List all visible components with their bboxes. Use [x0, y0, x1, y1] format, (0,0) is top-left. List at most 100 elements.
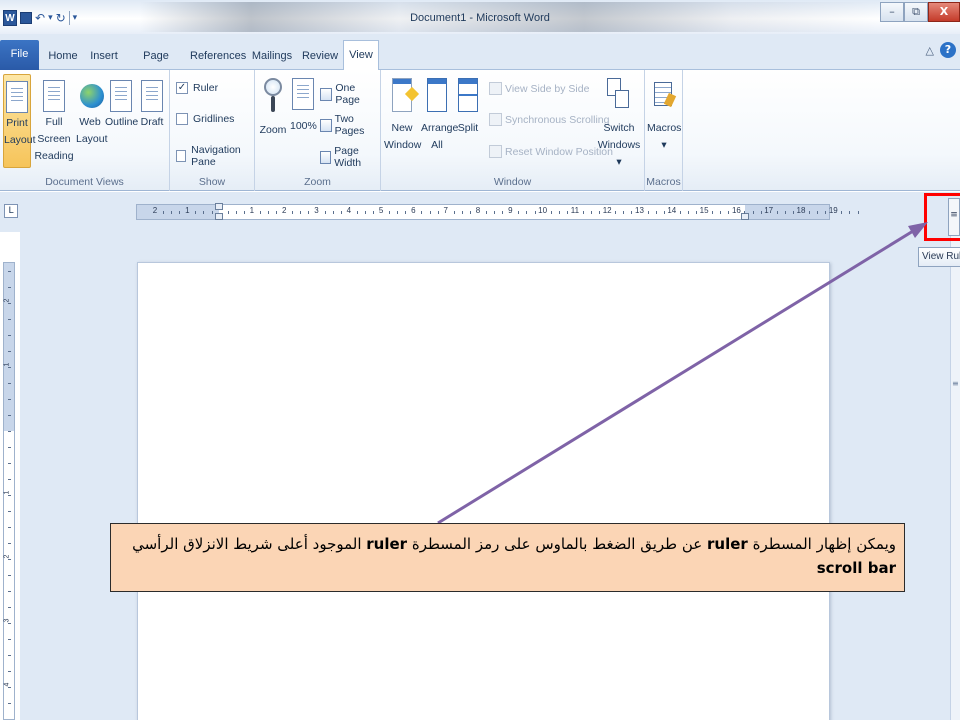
- group-show: ✓ Ruler Gridlines Navigation Pane Show: [170, 70, 255, 191]
- reset-window-position-button[interactable]: Reset Window Position: [489, 145, 613, 158]
- tab-review[interactable]: Review: [298, 45, 342, 70]
- split-button[interactable]: Split: [455, 74, 481, 137]
- group-macros: Macros ▾ Macros: [645, 70, 683, 191]
- tab-home[interactable]: Home: [44, 45, 82, 70]
- group-label-show: Show: [198, 176, 226, 188]
- page-width-icon: [320, 150, 332, 164]
- macros-icon: [652, 78, 677, 112]
- gridlines-label: Gridlines: [193, 113, 235, 125]
- ruler-tick: [308, 211, 310, 214]
- close-button[interactable]: X: [928, 2, 960, 22]
- ruler-tick: [211, 211, 213, 214]
- outline-icon: [110, 80, 132, 112]
- ribbon-view: Print Layout Full Screen Reading Web Lay…: [0, 70, 960, 191]
- ruler-tick: [179, 211, 181, 214]
- synchronous-scrolling-button[interactable]: Synchronous Scrolling: [489, 113, 609, 126]
- vertical-ruler[interactable]: 2 1 1 2 3 4: [3, 262, 15, 720]
- window-title: Document1 - Microsoft Word: [410, 12, 550, 24]
- vertical-scrollbar[interactable]: ≡: [950, 232, 960, 720]
- right-indent-marker[interactable]: [741, 213, 749, 220]
- vertical-ruler-tick: [8, 543, 11, 544]
- macros-button[interactable]: Macros ▾: [647, 74, 681, 154]
- web-layout-button[interactable]: Web Layout: [76, 74, 108, 148]
- view-side-by-side-button[interactable]: View Side by Side: [489, 82, 589, 95]
- view-side-by-side-label: View Side by Side: [505, 82, 590, 95]
- tab-file[interactable]: File: [0, 40, 39, 70]
- vertical-ruler-tick: [8, 287, 11, 288]
- page-width-button[interactable]: Page Width: [320, 145, 380, 169]
- zoom-label: Zoom: [259, 124, 287, 136]
- new-window-button[interactable]: New Window: [384, 74, 421, 154]
- switch-windows-button[interactable]: Switch Windows ▾: [597, 74, 641, 171]
- vertical-ruler-tick: [8, 559, 11, 560]
- ruler-label: Ruler: [193, 82, 219, 94]
- ruler-tick: [502, 211, 504, 214]
- zoom-button[interactable]: Zoom: [258, 74, 288, 139]
- print-layout-label-1: Print: [6, 117, 28, 129]
- scrollbar-grip-icon[interactable]: ≡: [952, 380, 960, 392]
- vertical-ruler-tick: [8, 511, 11, 512]
- ruler-tick: [534, 211, 536, 214]
- gridlines-checkbox[interactable]: Gridlines: [176, 113, 234, 125]
- split-icon: [458, 78, 478, 112]
- arrange-all-button[interactable]: Arrange All: [421, 74, 458, 154]
- group-zoom: Zoom 100% One Page Two Pages Page Width …: [255, 70, 381, 191]
- ruler-tick: [324, 211, 326, 214]
- draft-button[interactable]: Draft: [138, 74, 166, 131]
- gridlines-check-icon: [176, 113, 188, 125]
- two-pages-button[interactable]: Two Pages: [320, 113, 380, 137]
- new-window-label-1: New: [391, 122, 413, 134]
- document-page[interactable]: [137, 262, 830, 720]
- ruler-tick: [566, 211, 568, 214]
- group-label-window: Window: [493, 176, 532, 188]
- ruler-tick: [292, 211, 294, 214]
- help-area: △ ?: [926, 42, 956, 58]
- ruler-tick: [776, 211, 778, 214]
- horizontal-ruler[interactable]: 2 1 1 2 3 4 5 6 7 8 9 10 11 12 13 14 15 16 17 18 19: [136, 203, 859, 220]
- tab-selector[interactable]: L: [4, 204, 18, 218]
- tab-page-layout[interactable]: Page Layout: [126, 45, 186, 84]
- tab-insert[interactable]: Insert: [86, 45, 122, 70]
- outline-button[interactable]: Outline: [105, 74, 139, 131]
- restore-button[interactable]: ⧉: [904, 2, 928, 22]
- print-layout-button[interactable]: Print Layout: [3, 74, 36, 168]
- ruler-checkbox[interactable]: ✓ Ruler: [176, 82, 218, 94]
- outline-label: Outline: [105, 116, 139, 128]
- highlight-box: [924, 193, 960, 241]
- ruler-tick: [486, 211, 488, 214]
- ruler-tick: [300, 211, 302, 214]
- ruler-tick: [453, 211, 455, 214]
- tab-mailings[interactable]: Mailings: [250, 45, 294, 70]
- draft-icon: [141, 80, 163, 112]
- ruler-tick: [461, 211, 463, 214]
- vertical-ruler-number: 1: [3, 490, 11, 495]
- ruler-tick: [663, 211, 665, 214]
- vertical-ruler-tick: [8, 367, 11, 368]
- minimize-button[interactable]: –: [880, 2, 904, 22]
- left-indent-marker[interactable]: [215, 213, 223, 220]
- ruler-tick: [591, 211, 593, 214]
- vertical-ruler-tick: [8, 351, 11, 352]
- group-document-views: Print Layout Full Screen Reading Web Lay…: [0, 70, 170, 191]
- zoom-100-button[interactable]: 100%: [290, 74, 317, 135]
- split-label: Split: [457, 122, 479, 134]
- one-page-button[interactable]: One Page: [320, 82, 380, 106]
- callout-text-1: ويمكن إظهار المسطرة: [747, 535, 896, 553]
- group-window: New Window Arrange All Split View Side b…: [381, 70, 645, 191]
- ruler-tick: [243, 211, 245, 214]
- vertical-ruler-tick: [8, 703, 11, 704]
- switch-windows-label-2: Windows ▾: [597, 139, 641, 168]
- navigation-pane-checkbox[interactable]: Navigation Pane: [176, 144, 254, 168]
- ruler-tick: [195, 211, 197, 214]
- first-line-indent-marker[interactable]: [215, 203, 223, 210]
- full-screen-reading-button[interactable]: Full Screen Reading: [33, 74, 75, 165]
- switch-windows-icon: [607, 78, 631, 112]
- minimize-ribbon-icon[interactable]: △: [926, 44, 934, 57]
- help-icon[interactable]: ?: [940, 42, 956, 58]
- ruler-number: 1: [185, 206, 190, 215]
- vertical-ruler-tick: [8, 655, 11, 656]
- zoom-100-label: 100%: [290, 120, 317, 132]
- tab-view[interactable]: View: [343, 40, 379, 71]
- vertical-ruler-tick: [8, 463, 11, 464]
- tab-references[interactable]: References: [190, 45, 246, 70]
